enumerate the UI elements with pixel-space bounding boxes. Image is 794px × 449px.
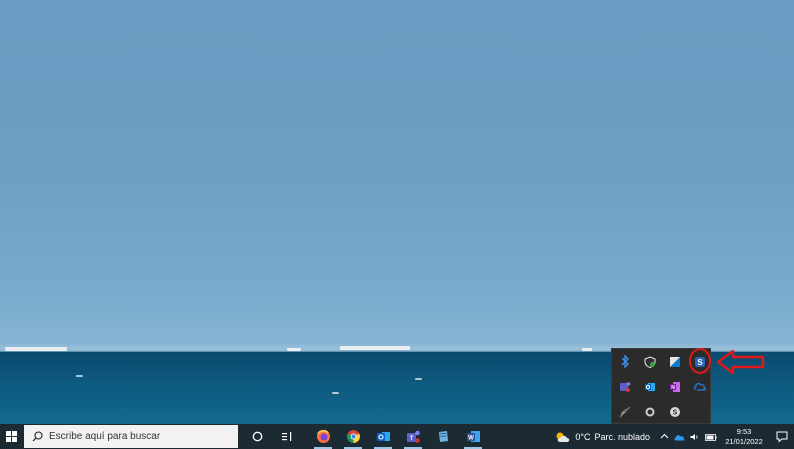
svg-text:S: S bbox=[672, 409, 677, 416]
outlook-tray-icon[interactable] bbox=[643, 380, 657, 394]
firefox-icon bbox=[316, 429, 330, 443]
notification-icon bbox=[776, 431, 788, 442]
svg-text:N: N bbox=[671, 385, 675, 391]
weather-temperature: 0°C bbox=[575, 431, 591, 442]
bluetooth-icon[interactable] bbox=[618, 355, 632, 369]
partly-cloudy-icon bbox=[556, 432, 570, 442]
skype-icon[interactable]: S bbox=[668, 405, 682, 419]
weather-condition: Parc. nublado bbox=[594, 431, 650, 442]
distant-ship bbox=[340, 346, 410, 350]
clock[interactable]: 9:53 21/01/2022 bbox=[722, 427, 766, 447]
teams-icon: T bbox=[406, 430, 420, 443]
wifi-icon[interactable] bbox=[618, 405, 632, 419]
taskbar-chrome[interactable] bbox=[338, 424, 368, 449]
taskbar-outlook[interactable] bbox=[368, 424, 398, 449]
search-icon bbox=[32, 431, 43, 442]
clock-time: 9:53 bbox=[736, 426, 752, 436]
windows-logo-icon bbox=[5, 431, 17, 442]
taskbar: Escribe aquí para buscar T W 0°C Parc. n… bbox=[0, 424, 794, 449]
onenote-tray-icon[interactable]: N bbox=[668, 380, 682, 394]
cortana-icon bbox=[252, 431, 262, 442]
taskbar-word[interactable]: W bbox=[458, 424, 488, 449]
highlight-circle bbox=[689, 348, 711, 374]
weather-widget[interactable]: 0°C Parc. nublado bbox=[555, 431, 656, 443]
system-tray: 9:53 21/01/2022 bbox=[656, 427, 770, 447]
battery-icon[interactable] bbox=[705, 428, 717, 446]
taskbar-teams[interactable]: T bbox=[398, 424, 428, 449]
wave bbox=[415, 378, 422, 380]
security-shield-icon[interactable] bbox=[643, 355, 657, 369]
distant-ship bbox=[5, 347, 67, 351]
task-view-button[interactable] bbox=[272, 424, 302, 449]
start-button[interactable] bbox=[0, 424, 22, 449]
clock-date: 21/01/2022 bbox=[725, 436, 763, 446]
svg-text:T: T bbox=[409, 436, 413, 442]
sync-icon[interactable] bbox=[643, 405, 657, 419]
wave bbox=[76, 375, 83, 377]
svg-text:W: W bbox=[468, 435, 474, 441]
distant-ship bbox=[287, 348, 301, 351]
taskbar-firefox[interactable] bbox=[308, 424, 338, 449]
cortana-button[interactable] bbox=[242, 424, 272, 449]
notification-center-button[interactable] bbox=[770, 424, 794, 449]
empty-slot bbox=[693, 405, 707, 419]
remote-desktop-icon[interactable] bbox=[668, 355, 682, 369]
volume-icon[interactable] bbox=[690, 428, 700, 446]
onedrive-icon[interactable] bbox=[674, 428, 685, 446]
search-input[interactable]: Escribe aquí para buscar bbox=[24, 425, 238, 448]
chrome-icon bbox=[346, 430, 360, 443]
taskbar-notepad[interactable] bbox=[428, 424, 458, 449]
word-icon: W bbox=[466, 431, 480, 442]
notepad-icon bbox=[438, 431, 448, 442]
wave bbox=[332, 392, 339, 394]
search-placeholder: Escribe aquí para buscar bbox=[49, 431, 161, 442]
task-view-icon bbox=[282, 432, 292, 441]
outlook-icon bbox=[376, 432, 390, 441]
annotation-arrow-icon bbox=[716, 349, 765, 375]
show-hidden-icons-chevron-up-icon[interactable] bbox=[660, 432, 669, 441]
onedrive-tray-icon[interactable] bbox=[693, 380, 707, 394]
teams-tray-icon[interactable] bbox=[618, 380, 632, 394]
distant-ship bbox=[582, 348, 592, 351]
